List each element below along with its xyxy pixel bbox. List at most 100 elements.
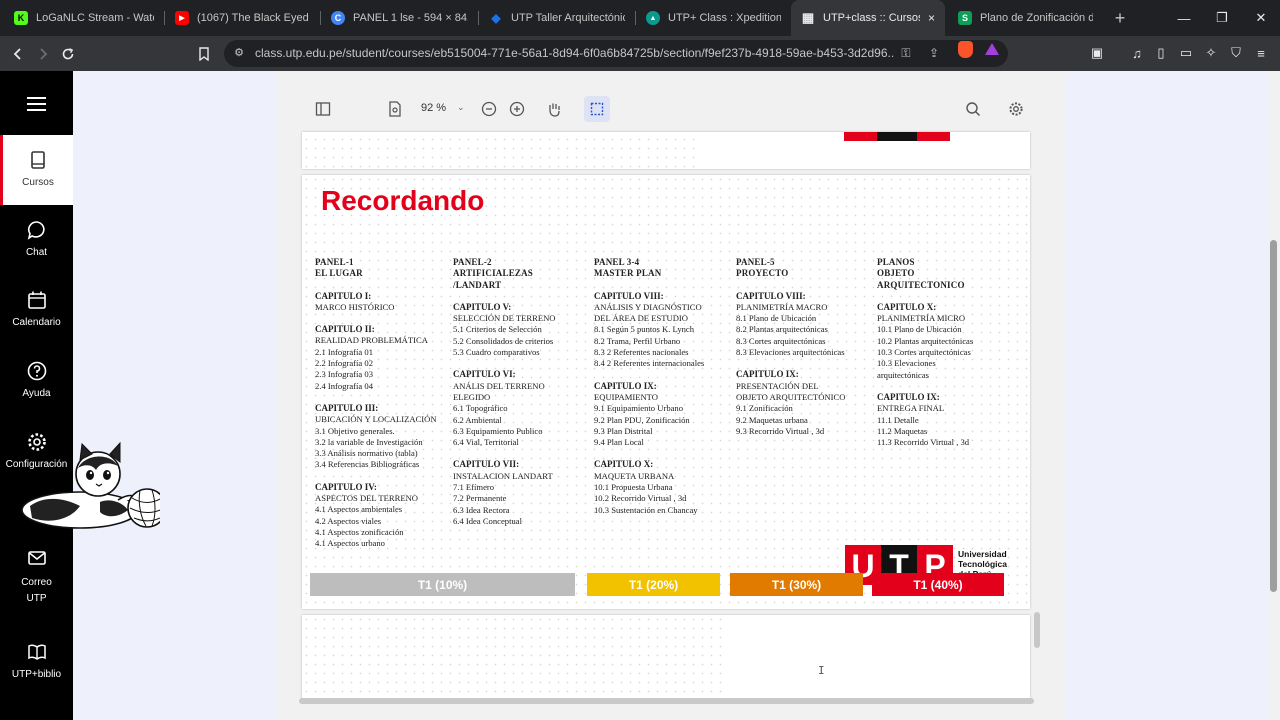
share-icon[interactable]: ⇪ — [926, 45, 942, 61]
arrow-right-icon — [40, 48, 48, 60]
page-fit-icon[interactable] — [385, 99, 405, 119]
nav-item-utp-biblio[interactable]: UTP+biblio — [0, 641, 73, 691]
chapter-title: CAPITULO VIII: — [594, 290, 664, 301]
svg-text:Universidad: Universidad — [958, 549, 1007, 559]
select-tool-icon[interactable] — [584, 96, 610, 122]
brave-shields-icon[interactable] — [958, 41, 973, 58]
zoom-level[interactable]: 92 % — [421, 102, 446, 114]
chapter-item: 4.1 Aspectos urbano — [315, 538, 385, 549]
chapter-item: 7.2 Permanente — [453, 493, 507, 504]
bookmark-button[interactable] — [192, 42, 216, 66]
address-bar[interactable]: ⚙ class.utp.edu.pe/student/courses/eb515… — [224, 40, 1008, 67]
chapter-item: 10.3 Cortes arquitectónicas — [877, 347, 971, 358]
chapter-item: 5.1 Criterios de Selección — [453, 324, 542, 335]
leo-ai-icon[interactable]: ✧ — [1200, 42, 1222, 64]
forward-button[interactable] — [31, 42, 55, 66]
sheets-icon: S — [958, 11, 972, 25]
zoom-out-icon[interactable] — [479, 99, 499, 119]
nav-item-ayuda[interactable]: Ayuda — [0, 360, 73, 420]
chapter-item: 10.1 Plano de Ubicación — [877, 324, 962, 335]
chapter-item: 3.2 la variable de Investigación — [315, 436, 423, 447]
nav-item-correo[interactable]: Correo UTP — [0, 547, 73, 611]
chapter-item: 11.1 Detalle — [877, 414, 919, 425]
chapter-item: 9.2 Plan PDU, Zonificación — [594, 414, 690, 425]
browser-tab[interactable]: S Plano de Zonificación de — [948, 0, 1103, 36]
search-icon[interactable] — [963, 99, 983, 119]
restore-button[interactable]: ❐ — [1203, 0, 1241, 36]
music-icon[interactable]: ♫ — [1126, 42, 1148, 64]
close-window-button[interactable]: ✕ — [1242, 0, 1280, 36]
browser-toolbar: ⚙ class.utp.edu.pe/student/courses/eb515… — [0, 36, 1280, 71]
sidebar-panel-icon[interactable] — [313, 99, 333, 119]
vpn-icon[interactable]: ⛉ — [1225, 42, 1247, 64]
page-scrollbar-thumb[interactable] — [1270, 240, 1277, 592]
panel-heading-line: EL LUGAR — [315, 268, 363, 279]
chapter-item: ANÁLIS DEL TERRENO — [453, 380, 545, 391]
nav-item-calendario[interactable]: Calendario — [0, 289, 73, 349]
reload-button[interactable] — [56, 42, 80, 66]
chapter-item: 2.2 Infografía 02 — [315, 358, 373, 369]
url-text[interactable]: class.utp.edu.pe/student/courses/eb51500… — [255, 46, 895, 60]
screenshot-icon[interactable]: ▣ — [1086, 42, 1108, 64]
taller-icon: ◆ — [491, 11, 501, 25]
browser-tab[interactable]: ◆ UTP Taller Arquitectónico — [479, 0, 635, 36]
cat-sticker-image — [21, 441, 160, 529]
panel-column: PANEL-5 PROYECTO CAPITULO VIII: PLANIMETRÍA… — [736, 257, 871, 437]
chapter-item: arquitectónicas — [877, 369, 930, 380]
chapter-item: 6.4 Vial, Territorial — [453, 437, 519, 448]
tab-title: (1067) The Black Eyed Pea — [197, 12, 310, 24]
browser-tab[interactable]: K LoGaNLC Stream - Watch — [4, 0, 164, 36]
zoom-in-icon[interactable] — [507, 99, 527, 119]
viewer-settings-icon[interactable] — [1006, 99, 1026, 119]
chevron-down-icon[interactable]: ⌄ — [457, 102, 465, 113]
chapter-item: 6.1 Topográfico — [453, 403, 508, 414]
viewer-horizontal-scrollbar[interactable] — [299, 698, 1034, 704]
minimize-button[interactable]: — — [1165, 0, 1203, 36]
tab-title: UTP+ Class : Xpedition — [668, 12, 781, 24]
svg-text:Tecnológica: Tecnológica — [958, 559, 1007, 569]
panel-heading-line: OBJETO — [877, 268, 915, 279]
nav-item-cursos[interactable]: Cursos — [0, 135, 73, 205]
chapter-item: 10.2 Recorrido Virtual , 3d — [594, 493, 687, 504]
tab-close-icon[interactable]: × — [920, 11, 935, 25]
chapter-item: ANÁLISIS Y DIAGNÓSTICO — [594, 301, 702, 312]
chapter-item: INSTALACION LANDART — [453, 470, 553, 481]
panel-heading-line: PANEL-1 — [315, 257, 354, 267]
back-button[interactable] — [6, 42, 30, 66]
nav-label: Ayuda — [22, 388, 51, 399]
chapter-item: 7.1 Efímero — [453, 482, 495, 493]
hand-tool-icon[interactable] — [544, 99, 564, 119]
browser-tab[interactable]: ▲ UTP+ Class : Xpedition — [636, 0, 791, 36]
chapter-item: ENTREGA FINAL — [877, 403, 945, 414]
chapter-item: 2.4 Infografía 04 — [315, 380, 373, 391]
tab-strip: K LoGaNLC Stream - Watch ▶ (1067) The Bl… — [0, 0, 1280, 36]
site-settings-icon[interactable]: ⚙ — [232, 46, 246, 60]
chapter-item: ELEGIDO — [453, 391, 491, 402]
chapter-item: 11.3 Recorrido Virtual , 3d — [877, 437, 970, 448]
viewer-scrollbar[interactable] — [1034, 612, 1040, 648]
panel-heading: PANEL-2 ARTIFICIALEZAS/LANDART — [453, 257, 583, 291]
menu-icon[interactable]: ≡ — [1250, 42, 1272, 64]
new-tab-button[interactable]: + — [1110, 8, 1130, 28]
sidebar-toggle-icon[interactable]: ▯ — [1150, 42, 1172, 64]
previous-page — [302, 132, 1030, 169]
key-icon[interactable]: ⚿ — [898, 45, 914, 61]
browser-tab[interactable]: C PANEL 1 lse - 594 × 841 mm — [321, 0, 478, 36]
chapter-item: 10.1 Propuesta Urbana — [594, 482, 673, 493]
panel-column: PLANOS OBJETO ARQUITECTONICO CAPITULO X: PLA… — [877, 257, 1007, 448]
browser-tab[interactable]: ▶ (1067) The Black Eyed Pea — [165, 0, 320, 36]
panel-heading: PANEL-5 PROYECTO — [736, 257, 871, 280]
brave-rewards-icon[interactable] — [985, 43, 999, 55]
browser-tab-active[interactable]: ▦ UTP+class :: Cursos × — [791, 0, 945, 36]
tab-title: UTP Taller Arquitectónico — [511, 12, 625, 24]
nav-item-chat[interactable]: Chat — [0, 219, 73, 279]
tab-title: LoGaNLC Stream - Watch — [36, 12, 154, 24]
hamburger-menu-icon[interactable] — [27, 97, 46, 115]
chapter-title: CAPITULO I: — [315, 290, 372, 301]
chapter-item: 10.2 Plantas arquitectónicas — [877, 335, 974, 346]
chapter-title: CAPITULO VIII: — [736, 290, 806, 301]
chapter-title: CAPITULO IX: — [594, 380, 657, 391]
wallet-icon[interactable]: ▭ — [1175, 42, 1197, 64]
tab-title: Plano de Zonificación de — [980, 12, 1093, 24]
chapter-item: MARCO HISTÓRICO — [315, 301, 395, 312]
